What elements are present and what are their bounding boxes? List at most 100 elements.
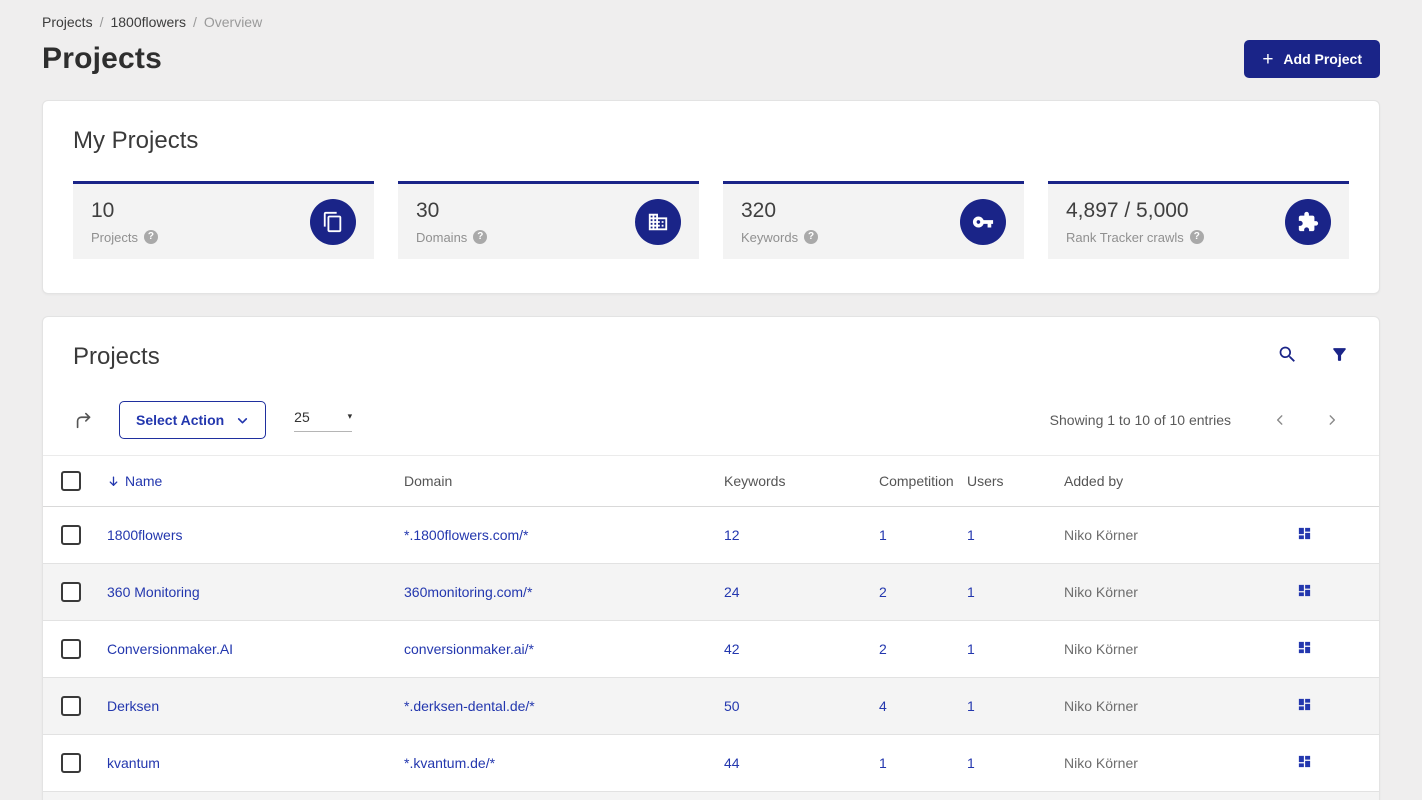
pagination-prev-icon[interactable] [1273,413,1287,427]
add-project-label: Add Project [1283,51,1362,67]
competition-count[interactable]: 2 [879,584,887,600]
added-by-value: Niko Körner [1064,755,1138,771]
projects-copy-icon [310,198,356,245]
dashboard-icon[interactable] [1297,640,1312,655]
breadcrumb-overview: Overview [203,14,263,30]
breadcrumb-separator: / [192,14,197,30]
keywords-count[interactable]: 12 [724,527,740,543]
project-name-link[interactable]: Conversionmaker.AI [107,641,233,657]
page-title: Projects [42,42,162,75]
column-header-domain[interactable]: Domain [404,455,724,507]
help-icon[interactable]: ? [804,230,819,244]
select-action-label: Select Action [136,412,225,428]
project-domain-link[interactable]: *.kvantum.de/* [404,755,495,771]
column-header-keywords[interactable]: Keywords [724,455,879,507]
stat-label-projects: Projects [91,229,138,245]
table-row: 360 Monitoring 360monitoring.com/* 24 2 … [43,563,1379,621]
search-icon[interactable] [1277,344,1298,370]
keywords-count[interactable]: 44 [724,755,740,771]
project-domain-link[interactable]: conversionmaker.ai/* [404,641,534,657]
users-count[interactable]: 1 [967,698,975,714]
dashboard-icon[interactable] [1297,754,1312,769]
project-domain-link[interactable]: *.derksen-dental.de/* [404,698,535,714]
keywords-count[interactable]: 24 [724,584,740,600]
row-checkbox[interactable] [61,753,81,773]
stat-value-domains: 30 [416,198,440,222]
project-name-link[interactable]: 360 Monitoring [107,584,200,600]
breadcrumb: Projects / 1800flowers / Overview [42,14,1380,30]
puzzle-icon [1285,198,1331,245]
dashboard-icon[interactable] [1297,583,1312,598]
building-icon [635,198,681,245]
table-row: Conversionmaker.AI conversionmaker.ai/* … [43,620,1379,678]
help-icon[interactable]: ? [473,230,488,244]
users-count[interactable]: 1 [967,527,975,543]
project-name-link[interactable]: Derksen [107,698,159,714]
added-by-value: Niko Körner [1064,641,1138,657]
stat-label-keywords: Keywords [741,229,799,245]
pagination-next-icon[interactable] [1325,413,1339,427]
table-row [43,791,1379,800]
dashboard-icon[interactable] [1297,526,1312,541]
added-by-value: Niko Körner [1064,527,1138,543]
my-projects-title: My Projects [73,127,199,154]
add-project-button[interactable]: + Add Project [1244,40,1380,78]
project-name-link[interactable]: kvantum [107,755,160,771]
project-name-link[interactable]: 1800flowers [107,527,183,543]
dashboard-icon[interactable] [1297,697,1312,712]
table-controls: Select Action 25 ▾ Showing 1 to 10 of 10… [43,401,1379,439]
competition-count[interactable]: 1 [879,755,887,771]
stats-row: 10 Projects ? 30 Domains ? 320 Keywords … [73,181,1349,259]
breadcrumb-separator: / [99,14,104,30]
row-checkbox[interactable] [61,696,81,716]
page: Projects / 1800flowers / Overview Projec… [0,0,1422,800]
users-count[interactable]: 1 [967,584,975,600]
row-checkbox[interactable] [61,525,81,545]
stat-value-keywords: 320 [741,198,777,222]
caret-down-icon: ▾ [347,411,353,421]
filter-icon[interactable] [1330,345,1349,369]
breadcrumb-projects[interactable]: Projects [42,14,93,30]
column-header-competition[interactable]: Competition [879,455,967,507]
select-action-dropdown[interactable]: Select Action [119,401,267,439]
row-checkbox[interactable] [61,639,81,659]
competition-count[interactable]: 2 [879,641,887,657]
stat-card-crawls: 4,897 / 5,000 Rank Tracker crawls ? [1048,181,1349,259]
export-icon[interactable] [73,409,95,431]
table-header-row: Name Domain Keywords Competition Users A… [43,455,1379,507]
select-all-checkbox[interactable] [61,471,81,491]
column-header-users[interactable]: Users [967,455,1064,507]
projects-panel: Projects Select Action 25 ▾ Showing 1 to… [42,316,1380,800]
title-row: Projects + Add Project [42,40,1380,78]
stat-label-crawls: Rank Tracker crawls [1066,229,1184,245]
page-size-select[interactable]: 25 ▾ [294,408,353,432]
column-header-name[interactable]: Name [107,455,404,507]
row-checkbox[interactable] [61,582,81,602]
column-header-added-by[interactable]: Added by [1064,455,1263,507]
keywords-count[interactable]: 50 [724,698,740,714]
help-icon[interactable]: ? [1189,230,1204,244]
my-projects-card: My Projects 10 Projects ? 30 Domains ? 3… [42,100,1380,294]
competition-count[interactable]: 1 [879,527,887,543]
projects-panel-title: Projects [73,343,160,370]
stat-value-projects: 10 [91,198,115,222]
users-count[interactable]: 1 [967,641,975,657]
table-row: 1800flowers *.1800flowers.com/* 12 1 1 N… [43,506,1379,564]
stat-value-crawls: 4,897 / 5,000 [1066,198,1189,222]
showing-entries-text: Showing 1 to 10 of 10 entries [1049,412,1231,428]
competition-count[interactable]: 4 [879,698,887,714]
help-icon[interactable]: ? [143,230,158,244]
plus-icon: + [1262,48,1274,70]
project-domain-link[interactable]: *.1800flowers.com/* [404,527,529,543]
breadcrumb-1800flowers[interactable]: 1800flowers [110,14,186,30]
stat-label-domains: Domains [416,229,468,245]
key-icon [960,198,1006,245]
project-domain-link[interactable]: 360monitoring.com/* [404,584,532,600]
stat-card-projects: 10 Projects ? [73,181,374,259]
sort-desc-icon [109,476,118,486]
projects-table: Name Domain Keywords Competition Users A… [43,455,1379,800]
users-count[interactable]: 1 [967,755,975,771]
table-row: Derksen *.derksen-dental.de/* 50 4 1 Nik… [43,677,1379,735]
page-size-value: 25 [294,408,310,425]
keywords-count[interactable]: 42 [724,641,740,657]
